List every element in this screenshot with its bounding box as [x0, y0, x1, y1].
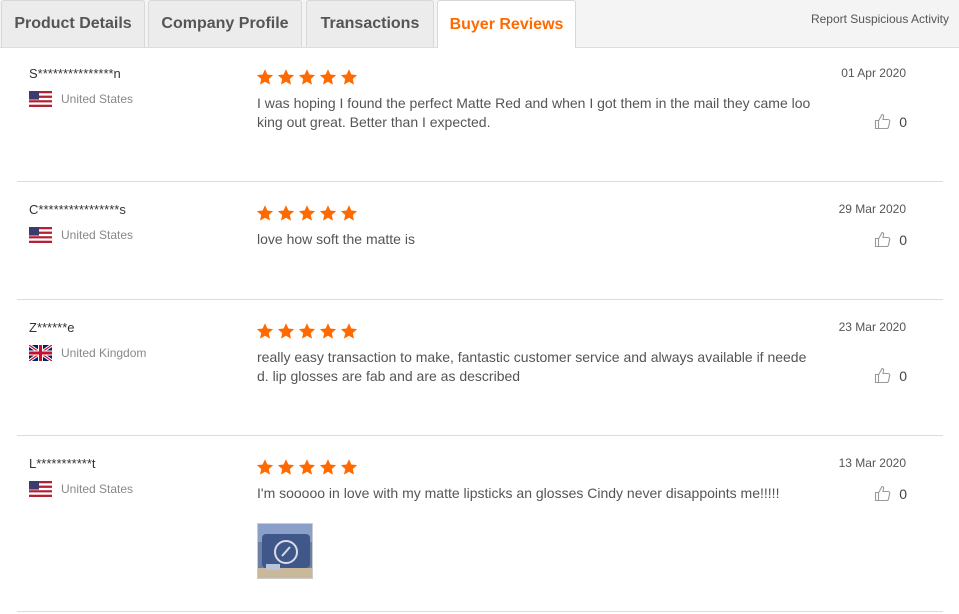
- thumbs-up-icon: [875, 367, 891, 384]
- star-icon: [298, 459, 316, 475]
- star-icon: [256, 205, 274, 221]
- reviewer-name: Z******e: [29, 320, 75, 335]
- star-icon: [256, 459, 274, 475]
- star-icon: [340, 69, 358, 85]
- review-date: 29 Mar 2020: [838, 202, 906, 216]
- review-text: love how soft the matte is: [257, 231, 415, 247]
- us-flag-icon: [29, 91, 52, 107]
- star-icon: [298, 69, 316, 85]
- reviewer-country: United States: [29, 481, 133, 497]
- like-count: 0: [899, 485, 907, 502]
- review-item: S***************n United States I was ho…: [17, 48, 943, 182]
- us-flag-icon: [29, 227, 52, 243]
- review-item: C****************s United States love ho…: [17, 182, 943, 300]
- star-icon: [277, 459, 295, 475]
- thumbs-up-icon: [875, 231, 891, 248]
- star-icon: [298, 323, 316, 339]
- reviewer-country: United States: [29, 227, 133, 243]
- star-icon: [340, 323, 358, 339]
- country-label: United States: [61, 92, 134, 106]
- review-text: I was hoping I found the perfect Matte R…: [257, 95, 811, 130]
- review-date: 01 Apr 2020: [841, 66, 906, 80]
- star-icon: [319, 323, 337, 339]
- star-icon: [298, 205, 316, 221]
- like-button[interactable]: 0: [874, 231, 907, 248]
- star-icon: [319, 69, 337, 85]
- star-icon: [277, 323, 295, 339]
- star-icon: [277, 69, 295, 85]
- like-count: 0: [899, 367, 907, 384]
- star-rating: [256, 204, 358, 222]
- review-text: really easy transaction to make, fantast…: [257, 349, 807, 384]
- like-count: 0: [899, 113, 907, 130]
- review-date: 13 Mar 2020: [838, 456, 906, 470]
- star-icon: [256, 323, 274, 339]
- review-date: 23 Mar 2020: [838, 320, 906, 334]
- country-label: United States: [61, 482, 134, 496]
- country-label: United States: [61, 228, 134, 242]
- tab-company-profile[interactable]: Company Profile: [148, 0, 302, 47]
- review-photo-thumbnail[interactable]: [257, 523, 313, 579]
- reviewer-name: S***************n: [29, 66, 121, 81]
- star-icon: [256, 69, 274, 85]
- tab-transactions[interactable]: Transactions: [306, 0, 434, 47]
- reviewer-country: United Kingdom: [28, 343, 147, 363]
- star-icon: [277, 205, 295, 221]
- reviewer-name: C****************s: [29, 202, 126, 217]
- thumbs-up-icon: [875, 485, 891, 502]
- review-text: I'm sooooo in love with my matte lipstic…: [257, 485, 780, 501]
- like-count: 0: [899, 231, 907, 248]
- uk-flag-icon: [28, 343, 53, 363]
- report-suspicious-activity-link[interactable]: Report Suspicious Activity: [811, 12, 949, 26]
- star-rating: [256, 458, 358, 476]
- star-rating: [256, 68, 358, 86]
- reviewer-country: United States: [29, 91, 133, 107]
- star-rating: [256, 322, 358, 340]
- star-icon: [340, 459, 358, 475]
- like-button[interactable]: 0: [874, 113, 907, 130]
- star-icon: [319, 205, 337, 221]
- tab-bar: Product Details Company Profile Transact…: [0, 0, 959, 48]
- star-icon: [340, 205, 358, 221]
- us-flag-icon: [29, 481, 52, 497]
- country-label: United Kingdom: [61, 346, 147, 360]
- like-button[interactable]: 0: [874, 367, 907, 384]
- star-icon: [319, 459, 337, 475]
- review-item: Z******e United Kingdom really easy tran…: [17, 300, 943, 436]
- like-button[interactable]: 0: [874, 485, 907, 502]
- reviewer-name: L***********t: [29, 456, 96, 471]
- review-item: L***********t United States I'm sooooo i…: [17, 436, 943, 612]
- thumbs-up-icon: [875, 113, 891, 130]
- tab-buyer-reviews[interactable]: Buyer Reviews: [437, 0, 576, 48]
- tab-product-details[interactable]: Product Details: [1, 0, 145, 47]
